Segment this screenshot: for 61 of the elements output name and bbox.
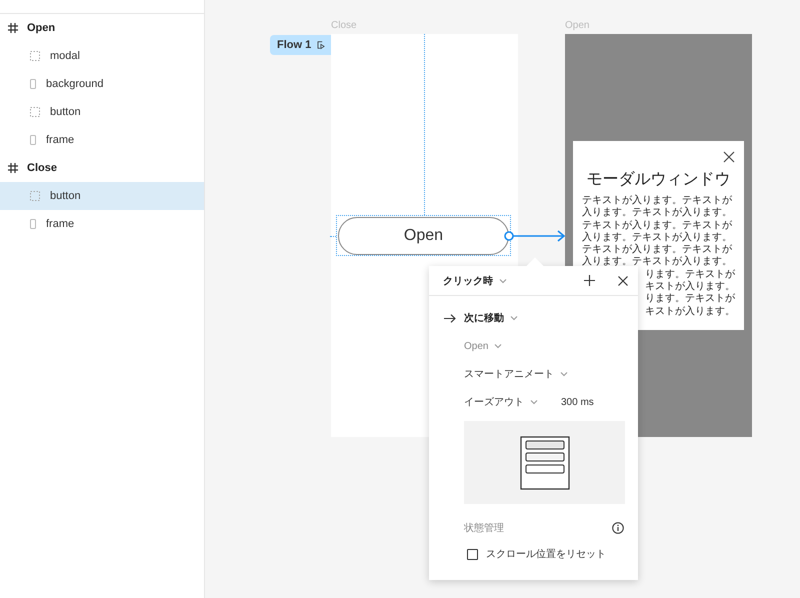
layer-row[interactable]: frame bbox=[0, 210, 204, 238]
duration-field[interactable]: 300 ms bbox=[561, 396, 594, 408]
modal-text-line: キストが入ります。 bbox=[645, 306, 735, 318]
layer-name: background bbox=[46, 78, 104, 90]
animation-dropdown[interactable]: スマートアニメート bbox=[464, 367, 554, 381]
checkbox[interactable] bbox=[467, 548, 478, 560]
layer-row[interactable]: button bbox=[0, 98, 204, 126]
modal-text-line: キストが入ります。 bbox=[645, 281, 735, 294]
layer-name: modal bbox=[50, 50, 80, 62]
layer-name: button bbox=[50, 190, 81, 202]
layer-row[interactable]: background bbox=[0, 70, 204, 98]
easing-dropdown[interactable]: イーズアウト bbox=[464, 395, 524, 409]
connector-arrow[interactable] bbox=[504, 230, 566, 242]
screen-drawing bbox=[520, 436, 570, 490]
rectangle-icon bbox=[30, 79, 36, 89]
layer-row[interactable]: button bbox=[0, 182, 204, 210]
layer-name: Close bbox=[27, 162, 57, 174]
open-button[interactable]: Open bbox=[338, 217, 509, 255]
destination-dropdown[interactable]: Open bbox=[464, 340, 488, 352]
modal-text-line: テキストが入ります。テキストが bbox=[582, 220, 733, 232]
layer-name: frame bbox=[46, 218, 74, 230]
frame-icon bbox=[7, 162, 19, 174]
frame-icon bbox=[7, 22, 19, 34]
arrow-right-icon bbox=[444, 314, 456, 322]
checkbox-label: スクロール位置をリセット bbox=[486, 548, 606, 561]
close-icon[interactable] bbox=[723, 151, 735, 163]
chevron-icon bbox=[560, 371, 568, 377]
info-icon[interactable] bbox=[612, 522, 624, 534]
modal-title: モーダルウィンドウ bbox=[586, 170, 732, 190]
chevron-icon bbox=[510, 315, 518, 321]
layer-name: button bbox=[50, 106, 81, 118]
play-frame-icon bbox=[317, 39, 325, 51]
chevron-icon bbox=[499, 278, 507, 284]
flow-badge[interactable]: Flow 1 bbox=[270, 35, 331, 55]
action-dropdown[interactable]: 次に移動 bbox=[464, 311, 504, 325]
frame-label: Open bbox=[565, 20, 590, 31]
plus-icon[interactable] bbox=[584, 275, 595, 286]
modal-text-line: 入ります。テキストが入ります。 bbox=[582, 232, 733, 244]
layer-name: Open bbox=[27, 22, 56, 34]
dotted-square-icon bbox=[30, 191, 40, 201]
frame-label: Close bbox=[331, 20, 357, 31]
close-icon[interactable] bbox=[618, 276, 628, 286]
modal-text-line: テキストが入ります。テキストが bbox=[582, 244, 733, 256]
modal-text-line: 入ります。テキストが入ります。 bbox=[582, 207, 733, 220]
rectangle-icon bbox=[30, 219, 36, 229]
state-label: 状態管理 bbox=[464, 522, 504, 535]
rectangle-icon bbox=[30, 135, 36, 145]
layer-row[interactable]: frame bbox=[0, 126, 204, 154]
layer-row[interactable]: Open bbox=[0, 14, 204, 42]
layer-row[interactable]: modal bbox=[0, 42, 204, 70]
modal-text-line: ります。テキストが bbox=[645, 293, 735, 306]
modal-text-line: ります。テキストが bbox=[645, 268, 735, 280]
modal-text-line: テキストが入ります。テキストが bbox=[582, 195, 733, 206]
dotted-square-icon bbox=[30, 51, 40, 61]
dotted-square-icon bbox=[30, 107, 40, 117]
layer-row[interactable]: Close bbox=[0, 154, 204, 182]
trigger-dropdown[interactable]: クリック時 bbox=[443, 274, 493, 288]
chevron-icon bbox=[530, 399, 538, 405]
modal-text-line: 入ります。テキストが入ります。 bbox=[582, 256, 733, 269]
chevron-icon bbox=[494, 343, 502, 349]
layer-name: frame bbox=[46, 134, 74, 146]
